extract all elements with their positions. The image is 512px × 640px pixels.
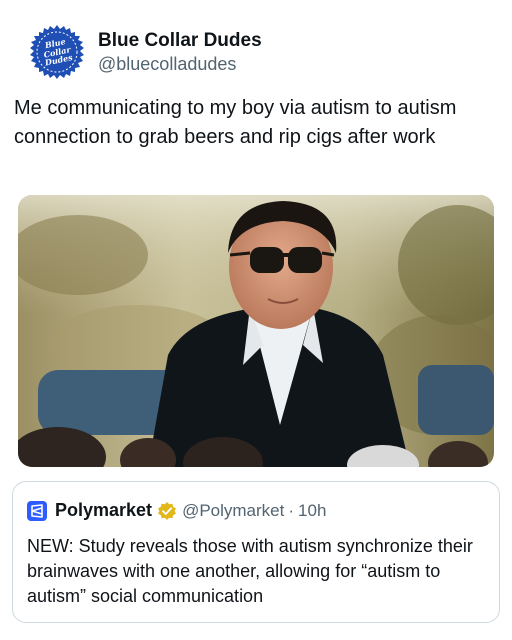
quoted-post[interactable]: Polymarket @Polymarket · 10h NEW: Study … <box>12 481 500 623</box>
quoted-post-text: NEW: Study reveals those with autism syn… <box>27 536 473 606</box>
photo-man-sunglasses-suit <box>18 195 494 467</box>
separator-dot: · <box>288 500 295 520</box>
polymarket-logo-icon <box>27 500 47 521</box>
gold-verified-badge-icon <box>158 501 177 520</box>
quoted-author-name[interactable]: Polymarket <box>55 500 152 521</box>
avatar[interactable]: Blue Collar Dudes <box>30 25 84 79</box>
post-text: Me communicating to my boy via autism to… <box>14 97 457 148</box>
quoted-post-header: Polymarket @Polymarket · 10h <box>27 500 326 521</box>
quoted-post-time[interactable]: 10h <box>298 501 326 521</box>
author-display-name[interactable]: Blue Collar Dudes <box>98 29 262 53</box>
post-media-image[interactable] <box>18 195 494 467</box>
author-names: Blue Collar Dudes @bluecolladudes <box>98 29 262 75</box>
quoted-author-handle[interactable]: @Polymarket <box>182 501 284 521</box>
author-handle[interactable]: @bluecolladudes <box>98 53 262 75</box>
post-header: Blue Collar Dudes Blue Collar Dudes @bluec… <box>30 24 262 80</box>
